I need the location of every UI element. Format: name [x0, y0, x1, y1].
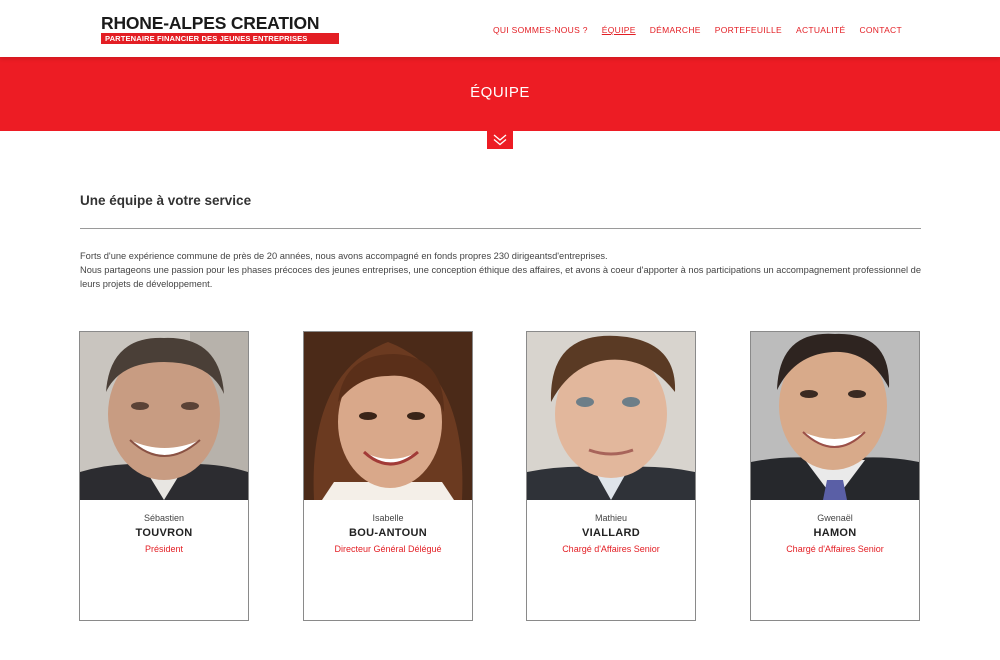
nav-item-equipe[interactable]: ÉQUIPE: [602, 25, 636, 35]
member-role: Président: [144, 544, 184, 554]
page-banner: ÉQUIPE: [0, 57, 1000, 131]
member-first-name: Isabelle: [372, 513, 404, 523]
site-logo[interactable]: RHONE-ALPES CREATION PARTENAIRE FINANCIE…: [101, 14, 339, 44]
member-first-name: Mathieu: [594, 513, 628, 523]
team-card[interactable]: Sébastien TOUVRON Président: [79, 331, 249, 621]
main-nav: QUI SOMMES-NOUS ? ÉQUIPE DÉMARCHE PORTEF…: [493, 25, 902, 35]
double-chevron-down-icon: [493, 134, 507, 146]
nav-item-qui-sommes-nous[interactable]: QUI SOMMES-NOUS ?: [493, 25, 588, 35]
nav-item-portefeuille[interactable]: PORTEFEUILLE: [715, 25, 782, 35]
member-role: Chargé d'Affaires Senior: [786, 544, 884, 554]
member-photo: [751, 332, 919, 500]
member-photo: [527, 332, 695, 500]
member-last-name: VIALLARD: [581, 527, 640, 539]
site-header: RHONE-ALPES CREATION PARTENAIRE FINANCIE…: [0, 0, 1000, 57]
page-title: ÉQUIPE: [470, 84, 530, 101]
team-grid: Sébastien TOUVRON Président Isabelle BOU…: [79, 331, 922, 621]
member-photo: [304, 332, 472, 500]
nav-item-contact[interactable]: CONTACT: [859, 25, 902, 35]
nav-item-demarche[interactable]: DÉMARCHE: [650, 25, 701, 35]
intro-paragraph: Nous partageons une passion pour les pha…: [80, 265, 921, 290]
member-first-name: Sébastien: [143, 513, 185, 523]
section-title: Une équipe à votre service: [80, 193, 252, 208]
team-card[interactable]: Gwenaël HAMON Chargé d'Affaires Senior: [750, 331, 920, 621]
nav-item-actualite[interactable]: ACTUALITÉ: [796, 25, 845, 35]
logo-subtitle: PARTENAIRE FINANCIER DES JEUNES ENTREPRI…: [101, 33, 339, 44]
section-divider: [80, 228, 921, 229]
scroll-down-button[interactable]: [487, 131, 513, 149]
intro-paragraph: Forts d'une expérience commune de près d…: [80, 251, 608, 261]
member-role: Directeur Général Délégué: [334, 544, 442, 554]
member-role: Chargé d'Affaires Senior: [562, 544, 660, 554]
logo-title: RHONE-ALPES CREATION: [101, 13, 320, 33]
team-card[interactable]: Isabelle BOU-ANTOUN Directeur Général Dé…: [303, 331, 473, 621]
intro-text: Forts d'une expérience commune de près d…: [80, 249, 921, 292]
member-last-name: TOUVRON: [135, 527, 193, 539]
team-card[interactable]: Mathieu VIALLARD Chargé d'Affaires Senio…: [526, 331, 696, 621]
member-photo: [80, 332, 248, 500]
member-last-name: BOU-ANTOUN: [349, 527, 427, 539]
member-first-name: Gwenaël: [817, 513, 853, 523]
member-last-name: HAMON: [813, 527, 857, 539]
